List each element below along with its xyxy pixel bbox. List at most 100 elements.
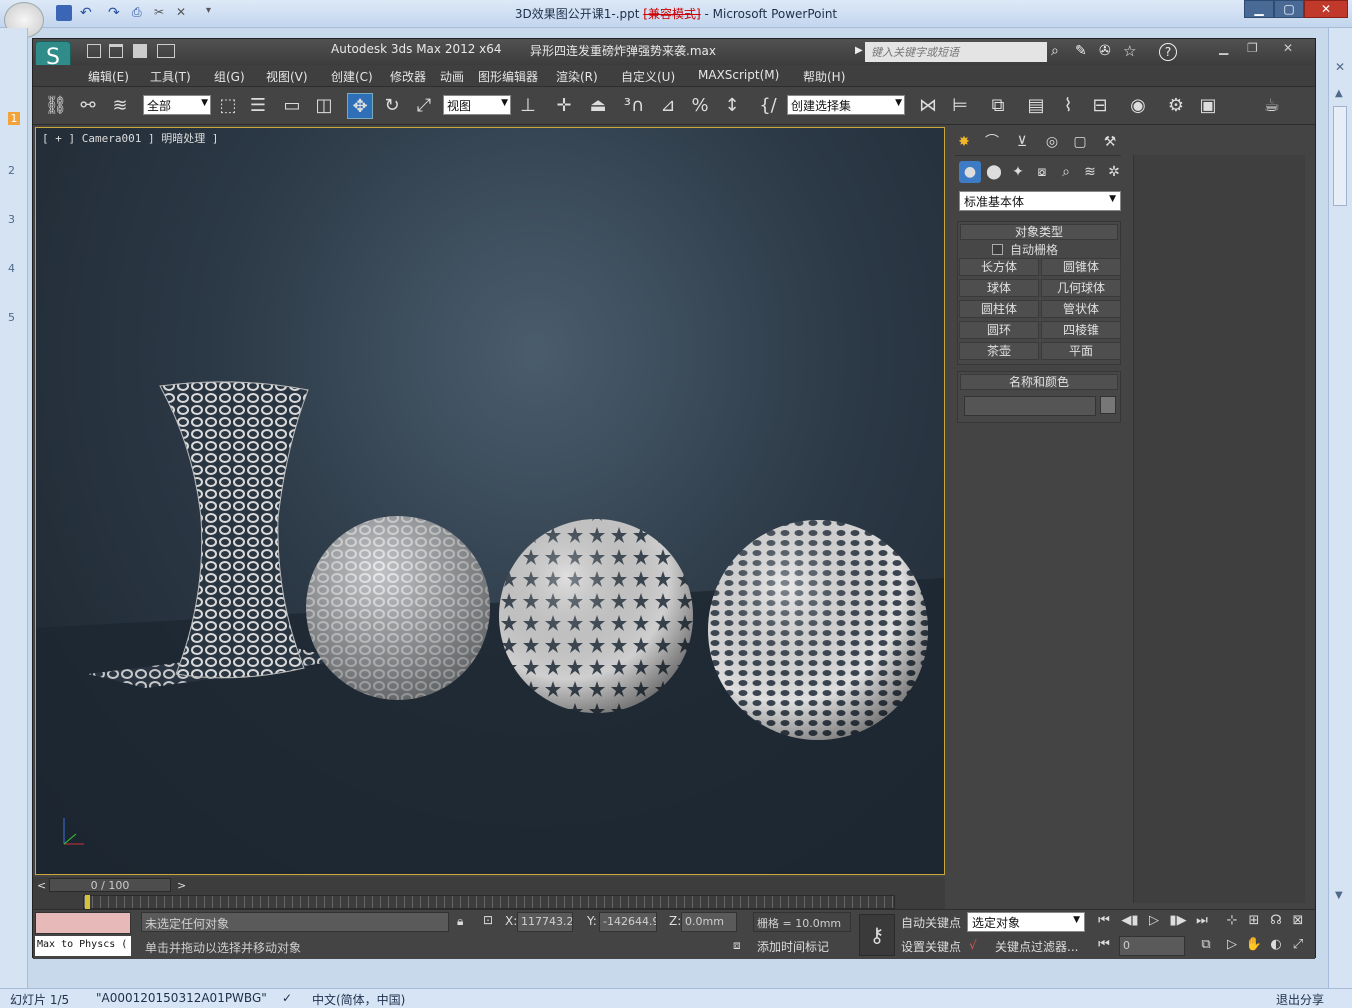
object-name-field[interactable]: [964, 396, 1096, 416]
menu-maxscript[interactable]: MAXScript(M): [698, 68, 779, 82]
object-type-header[interactable]: 对象类型: [960, 224, 1118, 240]
communication-icon[interactable]: ✇: [1099, 43, 1111, 59]
go-to-start-icon[interactable]: ⏮: [1095, 912, 1113, 930]
select-link-icon[interactable]: ⛓: [43, 93, 69, 119]
time-slider-thumb[interactable]: 0 / 100: [49, 878, 171, 892]
layer-manager-icon[interactable]: ⧉: [985, 93, 1011, 119]
play-icon[interactable]: ▷: [1145, 912, 1163, 930]
field-of-view-icon[interactable]: ▷: [1223, 936, 1241, 954]
z-coordinate-field[interactable]: 0.0mm: [681, 912, 737, 932]
slide-number-4[interactable]: 4: [8, 262, 15, 275]
modify-tab-icon[interactable]: ⌒: [981, 131, 1003, 153]
display-tab-icon[interactable]: ▢: [1069, 131, 1091, 153]
add-time-tag-button[interactable]: 添加时间标记: [757, 938, 829, 955]
torus-button[interactable]: 圆环: [959, 321, 1039, 339]
orbit-icon[interactable]: ☊: [1267, 912, 1285, 930]
favorites-star-icon[interactable]: ☆: [1123, 42, 1136, 60]
exit-share-button[interactable]: 退出分享: [1276, 991, 1324, 1008]
menu-rendering[interactable]: 渲染(R): [556, 68, 598, 85]
menu-tools[interactable]: 工具(T): [150, 68, 191, 85]
maxscript-listener[interactable]: [35, 912, 131, 934]
curve-editor-icon[interactable]: ⌇: [1055, 93, 1081, 119]
window-crossing-icon[interactable]: ◫: [311, 93, 337, 119]
helpers-icon[interactable]: ⌕: [1055, 161, 1077, 183]
menu-customize[interactable]: 自定义(U): [621, 68, 675, 85]
autogrid-checkbox[interactable]: [992, 244, 1003, 255]
timetag-icon[interactable]: ⧈: [733, 938, 741, 953]
menu-animation[interactable]: 动画: [440, 68, 464, 85]
spell-check-icon[interactable]: ✓: [282, 991, 292, 1005]
select-scale-icon[interactable]: ⤢: [411, 93, 437, 119]
name-color-header[interactable]: 名称和颜色: [960, 374, 1118, 390]
bind-space-warp-icon[interactable]: ≋: [107, 93, 133, 119]
search-input[interactable]: 键入关键字或短语: [865, 42, 1047, 62]
max-minimize-button[interactable]: ▁: [1219, 41, 1228, 55]
close-button[interactable]: ✕: [1304, 0, 1348, 18]
zoom-extents-icon[interactable]: ⊠: [1289, 912, 1307, 930]
spacewarps-icon[interactable]: ≋: [1079, 161, 1101, 183]
current-frame-field[interactable]: 0: [1119, 936, 1185, 956]
select-rotate-icon[interactable]: ↻: [379, 93, 405, 119]
set-key-button[interactable]: 设置关键点: [901, 938, 961, 955]
maxscript-mini-field[interactable]: Max to Physcs (: [35, 936, 131, 956]
maximize-viewport-icon[interactable]: ⤢: [1289, 936, 1307, 954]
reference-coordinate-dropdown[interactable]: 视图: [443, 95, 511, 115]
open-file-icon[interactable]: [109, 44, 123, 58]
percent-snap-icon[interactable]: %: [687, 93, 713, 119]
time-prev-icon[interactable]: <: [37, 879, 46, 892]
minimize-button[interactable]: ▁: [1244, 0, 1274, 18]
object-color-swatch[interactable]: [1100, 396, 1116, 414]
select-object-icon[interactable]: ⬚: [215, 93, 241, 119]
menu-edit[interactable]: 编辑(E): [88, 68, 129, 85]
project-folder-icon[interactable]: [157, 44, 175, 58]
select-manipulate-icon[interactable]: ✛: [551, 93, 577, 119]
shapes-icon[interactable]: ⬤: [983, 161, 1005, 183]
menu-group[interactable]: 组(G): [214, 68, 245, 85]
auto-key-button[interactable]: 自动关键点: [901, 914, 961, 931]
key-filters-button[interactable]: 关键点过滤器...: [995, 938, 1078, 955]
box-button[interactable]: 长方体: [959, 258, 1039, 276]
plane-button[interactable]: 平面: [1041, 342, 1121, 360]
vertical-scrollbar[interactable]: ✕ ▲ ▼: [1328, 28, 1352, 988]
geometry-icon[interactable]: ●: [959, 161, 981, 183]
unlink-icon[interactable]: ⚯: [75, 93, 101, 119]
track-bar[interactable]: [83, 895, 895, 909]
slide-number-1[interactable]: 1: [8, 112, 20, 125]
maximize-button[interactable]: ▢: [1274, 0, 1304, 18]
menu-help[interactable]: 帮助(H): [803, 68, 845, 85]
select-move-icon[interactable]: ✥: [347, 93, 373, 119]
teapot-button[interactable]: 茶壶: [959, 342, 1039, 360]
max-restore-button[interactable]: ❐: [1247, 41, 1258, 55]
menu-create[interactable]: 创建(C): [331, 68, 373, 85]
keyboard-shortcut-icon[interactable]: ⏏: [585, 93, 611, 119]
cylinder-button[interactable]: 圆柱体: [959, 300, 1039, 318]
lights-icon[interactable]: ✦: [1007, 161, 1029, 183]
pivot-center-icon[interactable]: ⊥: [515, 93, 541, 119]
y-coordinate-field[interactable]: -142644.96: [599, 912, 657, 932]
align-icon[interactable]: ⊨: [947, 93, 973, 119]
max-close-button[interactable]: ✕: [1283, 41, 1293, 55]
hierarchy-tab-icon[interactable]: ⊻: [1011, 131, 1033, 153]
next-frame-icon[interactable]: ▮▶: [1169, 912, 1187, 930]
snaps-toggle-icon[interactable]: ³∩: [621, 93, 647, 119]
set-key-mode-icon[interactable]: ⚷: [859, 914, 895, 956]
rendered-frame-icon[interactable]: ▣: [1195, 93, 1221, 119]
slide-number-2[interactable]: 2: [8, 164, 15, 177]
x-coordinate-field[interactable]: 117743.20: [517, 912, 573, 932]
menu-graph-editors[interactable]: 图形编辑器: [478, 68, 538, 85]
absolute-mode-icon[interactable]: ⊡: [483, 913, 493, 927]
tube-button[interactable]: 管状体: [1041, 300, 1121, 318]
help-icon[interactable]: ?: [1159, 43, 1177, 61]
binoculars-icon[interactable]: ⌕: [1051, 43, 1059, 59]
save-file-icon[interactable]: [133, 44, 147, 58]
edit-named-selection-icon[interactable]: {/: [755, 93, 781, 119]
slide-number-3[interactable]: 3: [8, 213, 15, 226]
scroll-down-icon[interactable]: ▼: [1335, 890, 1343, 901]
graphite-ribbon-icon[interactable]: ▤: [1023, 93, 1049, 119]
mirror-icon[interactable]: ⋈: [915, 93, 941, 119]
motion-tab-icon[interactable]: ◎: [1041, 131, 1063, 153]
perspective-viewport[interactable]: [ + ] Camera001 ] 明暗处理 ]: [35, 127, 945, 875]
cone-button[interactable]: 圆锥体: [1041, 258, 1121, 276]
rectangular-region-icon[interactable]: ▭: [279, 93, 305, 119]
sphere-button[interactable]: 球体: [959, 279, 1039, 297]
